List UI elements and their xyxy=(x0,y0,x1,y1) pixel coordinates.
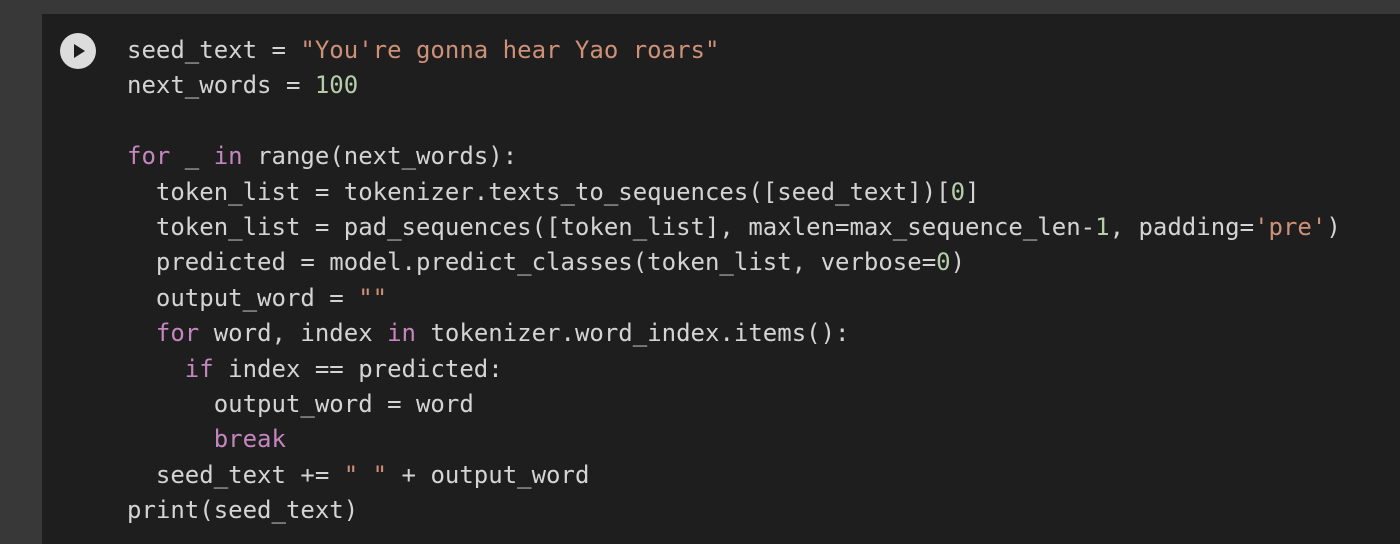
code-token-num: 1 xyxy=(1095,212,1110,241)
code-token: token_list = tokenizer.texts_to_sequence… xyxy=(127,177,951,206)
code-line: if index == predicted: xyxy=(127,352,1341,387)
code-token: ) xyxy=(1326,212,1341,241)
code-token: predicted = model.predict_classes(token_… xyxy=(127,248,937,277)
code-line: seed_text = "You're gonna hear Yao roars… xyxy=(127,33,1341,68)
code-token-num: 0 xyxy=(950,177,966,206)
code-token: range(next_words): xyxy=(242,142,518,171)
code-line: next_words = 100 xyxy=(127,68,1341,103)
code-token: ) xyxy=(950,248,966,277)
code-token: output_word = word xyxy=(127,389,474,418)
code-line: print(seed_text) xyxy=(127,493,1341,528)
code-token-kw: break xyxy=(213,425,286,454)
code-token-str: " " xyxy=(343,460,388,489)
code-token-kw: for xyxy=(127,142,171,171)
code-token: word, index xyxy=(199,319,388,348)
code-token: tokenizer.word_index.items(): xyxy=(416,319,850,348)
code-token-str: 'pre' xyxy=(1254,212,1327,241)
code-line: token_list = pad_sequences([token_list],… xyxy=(127,210,1341,245)
code-token: seed_text = xyxy=(127,36,301,64)
code-token: _ xyxy=(170,142,214,171)
code-token: index == predicted: xyxy=(213,354,503,383)
code-token: print(seed_text) xyxy=(127,496,359,525)
code-token: , padding= xyxy=(1109,212,1255,241)
code-token: + output_word xyxy=(387,460,590,489)
code-token-kw: in xyxy=(387,319,417,348)
code-line: break xyxy=(127,422,1341,457)
code-token: seed_text += xyxy=(127,460,344,489)
code-token: next_words = xyxy=(127,71,315,100)
code-token: ] xyxy=(965,177,980,206)
code-line: seed_text += " " + output_word xyxy=(127,458,1341,493)
code-token: token_list = pad_sequences([token_list],… xyxy=(127,212,1096,241)
code-line: for _ in range(next_words): xyxy=(127,139,1341,174)
run-cell-button[interactable] xyxy=(60,33,96,69)
code-token-str: "You're gonna hear Yao roars" xyxy=(300,36,720,64)
code-token-kw: in xyxy=(213,142,243,171)
code-editor[interactable]: seed_text = "You're gonna hear Yao roars… xyxy=(127,33,1341,528)
code-line: token_list = tokenizer.texts_to_sequence… xyxy=(127,175,1341,210)
code-token-kw: for xyxy=(155,319,200,348)
notebook-page: seed_text = "You're gonna hear Yao roars… xyxy=(0,0,1400,544)
code-line: predicted = model.predict_classes(token_… xyxy=(127,245,1341,280)
code-token-num: 100 xyxy=(314,71,359,100)
code-line: for word, index in tokenizer.word_index.… xyxy=(127,316,1341,351)
code-token-num: 0 xyxy=(936,248,951,277)
code-token: output_word = xyxy=(127,283,359,312)
code-token-str: "" xyxy=(358,283,388,312)
code-token-kw: if xyxy=(184,354,214,383)
code-line: output_word = word xyxy=(127,387,1341,422)
code-line: output_word = "" xyxy=(127,281,1341,316)
play-icon xyxy=(74,44,85,58)
